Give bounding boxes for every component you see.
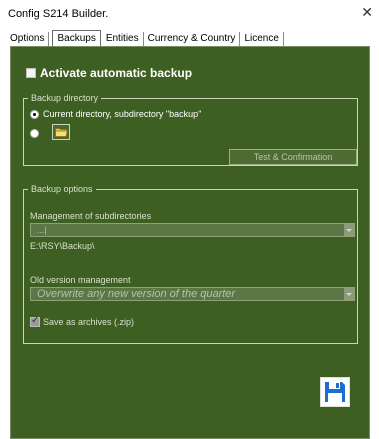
radio-current-directory[interactable] [30,110,39,119]
tab-options[interactable]: Options [10,32,50,46]
version-management-select[interactable]: Overwrite any new version of the quarter [30,287,355,301]
browse-folder-button[interactable] [52,124,70,140]
backup-directory-legend: Backup directory [28,93,102,104]
save-button[interactable] [320,377,350,407]
tab-bar: Options Backups Entities Currency & Coun… [10,30,284,46]
subdirectories-select[interactable]: ...| [30,223,355,237]
tab-backups[interactable]: Backups [52,30,101,46]
title-bar: Config S214 Builder. ✕ [0,0,379,30]
activate-backup-checkbox[interactable] [26,68,36,78]
backup-options-legend: Backup options [28,184,96,195]
backup-options-group: Backup options Management of subdirector… [23,184,358,344]
window-title: Config S214 Builder. [8,8,109,20]
chevron-down-icon [344,288,354,300]
backup-directory-group: Backup directory Current directory, subd… [23,93,358,166]
subdirectories-value: ...| [37,225,47,235]
folder-icon [55,128,68,137]
version-management-value: Overwrite any new version of the quarter [37,288,236,300]
chevron-down-icon [344,224,354,236]
activate-backup-label: Activate automatic backup [40,66,193,80]
backups-panel: Activate automatic backup Backup directo… [10,46,370,439]
tab-currency-country[interactable]: Currency & Country [143,32,241,46]
backup-path-text: E:\RSY\Backup\ [30,241,95,251]
test-confirmation-button[interactable]: Test & Confirmation [229,149,357,165]
subdirectories-label: Management of subdirectories [30,211,152,221]
close-icon[interactable]: ✕ [361,5,373,19]
floppy-disk-icon [325,382,345,402]
tab-licence[interactable]: Licence [240,32,284,46]
save-as-archives-checkbox[interactable] [30,315,40,327]
version-management-label: Old version management [30,275,131,285]
radio-custom-directory[interactable] [30,129,39,138]
current-directory-label: Current directory, subdirectory "backup" [43,109,202,119]
tab-entities[interactable]: Entities [101,32,144,46]
save-as-archives-label: Save as archives (.zip) [43,317,135,327]
